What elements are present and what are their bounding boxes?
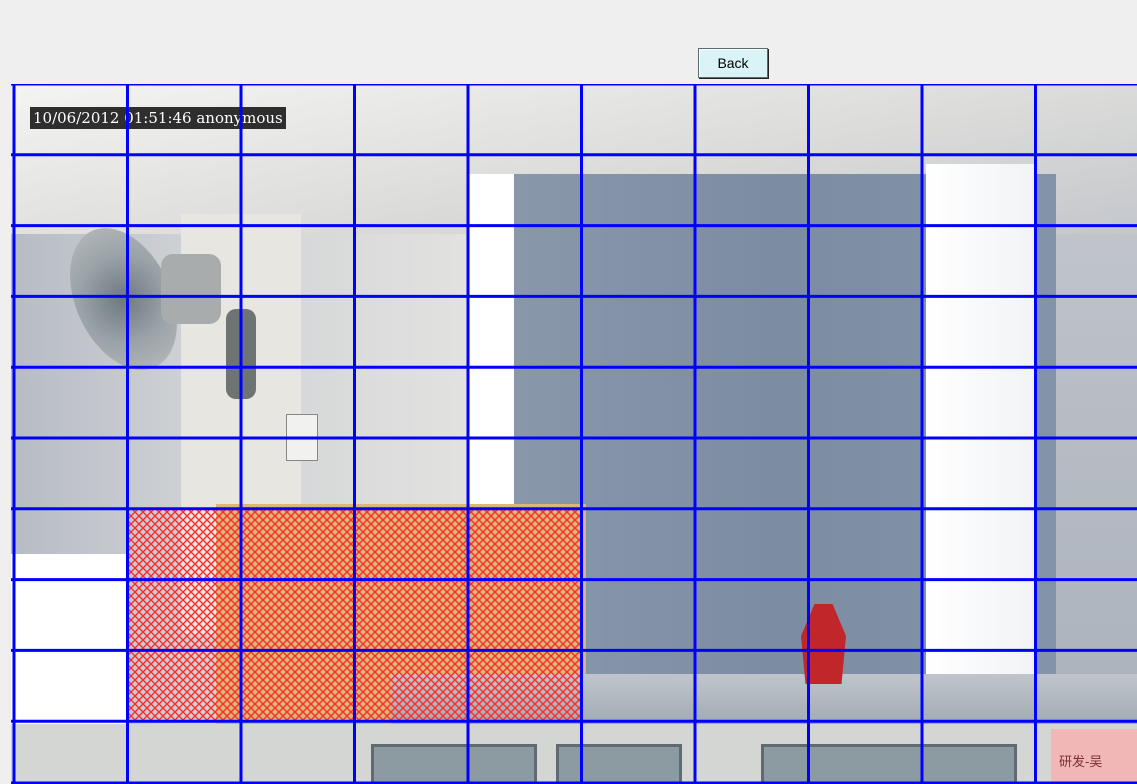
selected-motion-cell[interactable] xyxy=(127,650,242,722)
selected-motion-cell[interactable] xyxy=(468,650,582,722)
back-button[interactable]: Back xyxy=(698,48,768,78)
selected-motion-cell[interactable] xyxy=(127,508,242,580)
selected-motion-cell[interactable] xyxy=(468,508,582,580)
selected-motion-cell[interactable] xyxy=(354,579,469,651)
selected-motion-cell[interactable] xyxy=(241,508,355,580)
motion-detection-grid[interactable] xyxy=(11,84,1137,784)
selected-motion-cell[interactable] xyxy=(468,579,582,651)
selected-motion-cell[interactable] xyxy=(354,650,469,722)
selected-motion-cell[interactable] xyxy=(354,508,469,580)
selected-motion-cell[interactable] xyxy=(127,579,242,651)
selected-motion-cell[interactable] xyxy=(241,579,355,651)
selected-motion-cell[interactable] xyxy=(241,650,355,722)
toolbar: Back xyxy=(0,0,1137,84)
